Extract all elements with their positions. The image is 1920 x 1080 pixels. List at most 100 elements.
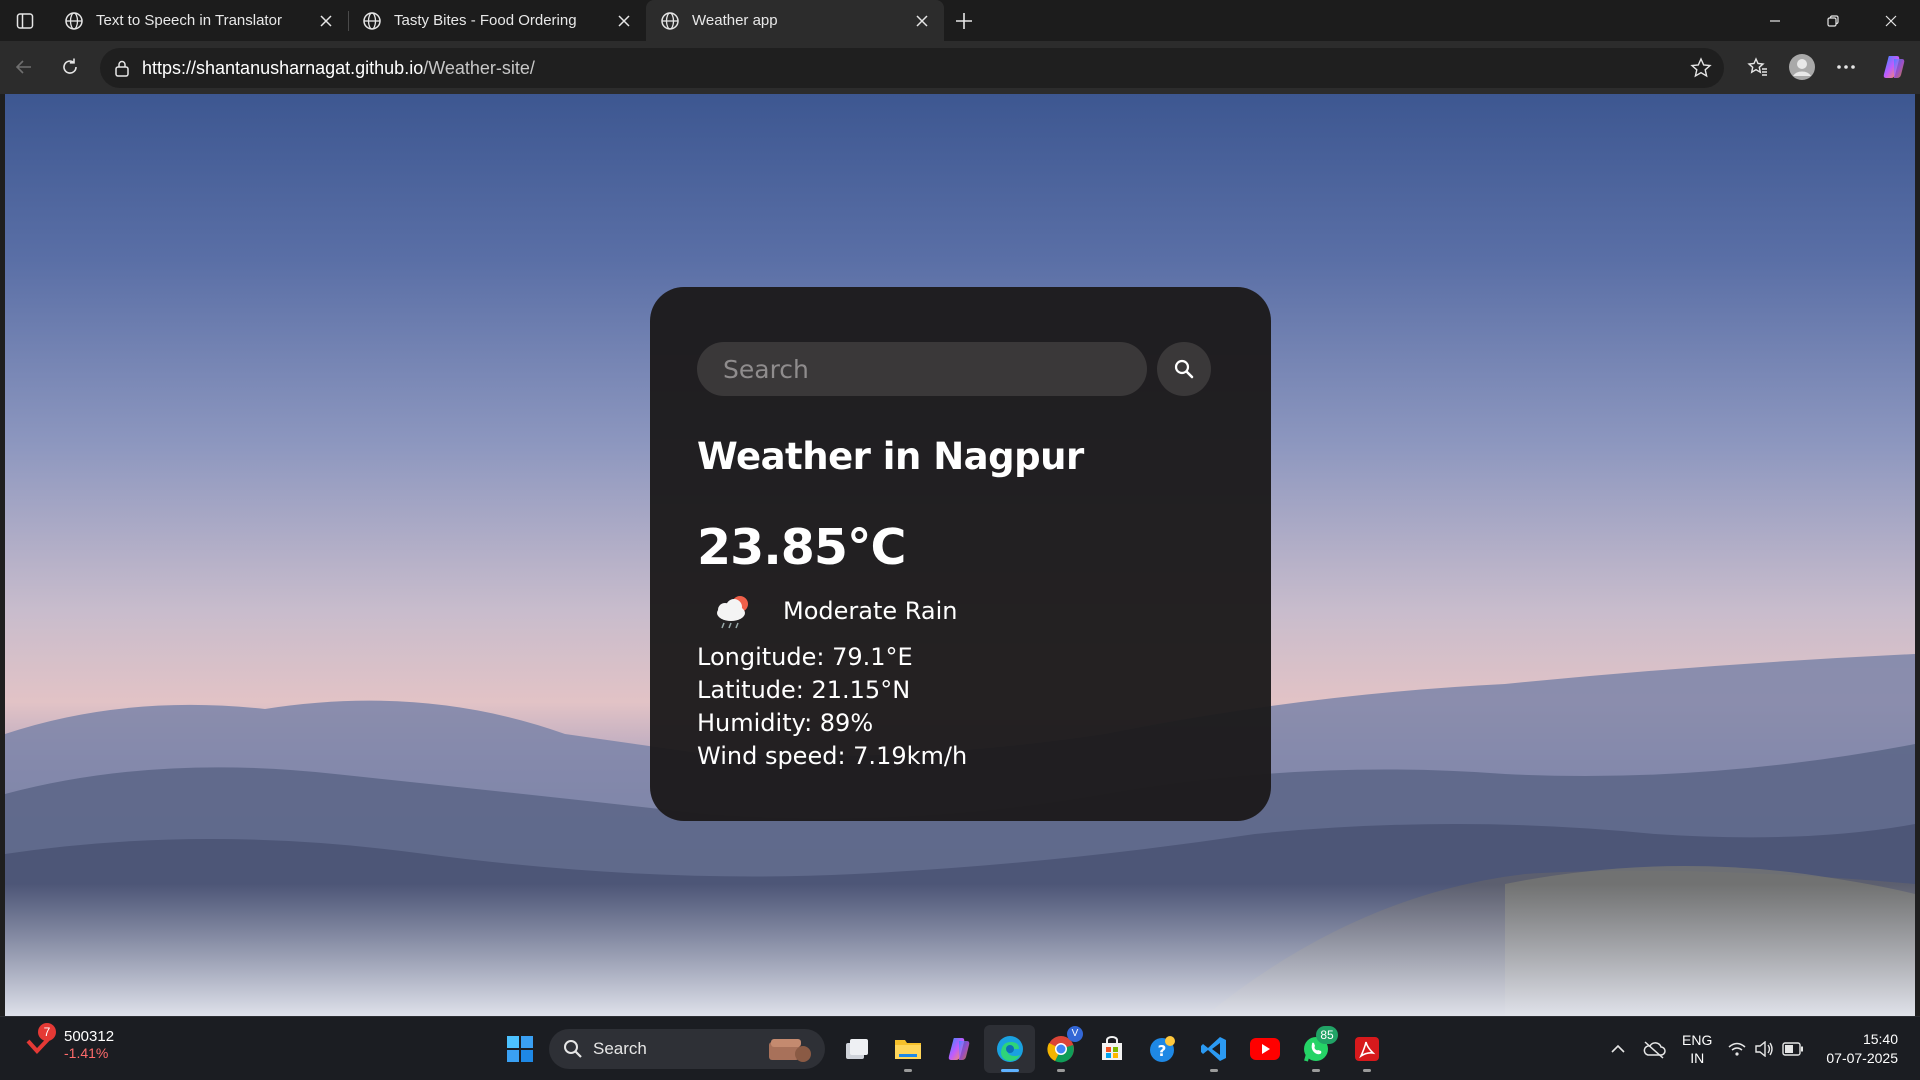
favorites-button[interactable] — [1736, 47, 1780, 87]
quick-settings-button[interactable] — [1720, 1025, 1812, 1073]
taskbar-search-label: Search — [593, 1039, 647, 1058]
youtube-icon — [1249, 1038, 1280, 1060]
clock[interactable]: 15:40 07-07-2025 — [1812, 1030, 1920, 1068]
cloud-offline-icon — [1643, 1041, 1666, 1059]
file-explorer-button[interactable] — [882, 1025, 933, 1073]
start-button[interactable] — [494, 1025, 545, 1073]
condition-text: Moderate Rain — [783, 597, 958, 625]
more-icon — [1837, 65, 1855, 69]
windows-logo-icon — [506, 1036, 533, 1062]
running-indicator — [1000, 1069, 1019, 1072]
close-tab-icon[interactable] — [912, 11, 932, 31]
tab-text-to-speech[interactable]: Text to Speech in Translator — [50, 0, 348, 41]
close-tab-icon[interactable] — [614, 11, 634, 31]
vscode-icon — [1200, 1037, 1226, 1061]
city-heading: Weather in Nagpur — [697, 435, 1084, 478]
chrome-button[interactable]: V — [1035, 1025, 1086, 1073]
avatar-icon — [1789, 54, 1815, 80]
tab-title: Weather app — [692, 12, 778, 29]
copilot-app-button[interactable] — [933, 1025, 984, 1073]
store-icon — [1101, 1036, 1122, 1060]
back-button[interactable] — [2, 47, 46, 87]
pdf-icon — [1354, 1037, 1379, 1061]
whatsapp-badge: 85 — [1316, 1026, 1338, 1044]
battery-icon — [1782, 1042, 1804, 1056]
profile-button[interactable] — [1780, 47, 1824, 87]
tab-actions-button[interactable] — [0, 0, 50, 41]
address-bar[interactable]: https://shantanusharnagat.github.io/Weat… — [100, 48, 1724, 88]
clock-date: 07-07-2025 — [1826, 1050, 1898, 1066]
acrobat-button[interactable] — [1341, 1025, 1392, 1073]
globe-icon — [363, 11, 381, 30]
language-indicator[interactable]: ENG IN — [1674, 1025, 1720, 1073]
language-code: ENG — [1682, 1032, 1713, 1048]
edge-button[interactable] — [984, 1025, 1035, 1073]
search-button[interactable] — [1157, 342, 1211, 396]
get-help-button[interactable]: ? — [1137, 1025, 1188, 1073]
back-arrow-icon — [15, 60, 31, 74]
restore-button[interactable] — [1804, 0, 1862, 41]
favorite-star-icon[interactable] — [1690, 57, 1712, 79]
search-highlight-icon — [769, 1039, 811, 1062]
refresh-icon — [63, 58, 77, 74]
search-icon — [1174, 359, 1194, 379]
tab-tasty-bites[interactable]: Tasty Bites - Food Ordering — [348, 0, 646, 41]
stock-icon: 7 — [24, 1023, 58, 1061]
task-view-icon — [845, 1039, 868, 1059]
window-controls — [1746, 0, 1920, 41]
region-code: IN — [1690, 1050, 1705, 1066]
chevron-up-icon — [1611, 1044, 1625, 1053]
taskbar-apps: Search V ? 85 — [494, 1025, 1392, 1073]
task-view-button[interactable] — [831, 1025, 882, 1073]
condition-row: Moderate Rain — [710, 591, 958, 631]
minimize-button[interactable] — [1746, 0, 1804, 41]
copilot-icon — [948, 1038, 969, 1060]
wifi-icon — [1728, 1042, 1746, 1056]
favorites-icon — [1747, 57, 1767, 76]
more-options-button[interactable] — [1824, 47, 1868, 87]
globe-icon — [661, 11, 679, 30]
chrome-profile-badge: V — [1067, 1026, 1083, 1042]
onedrive-button[interactable] — [1634, 1025, 1674, 1073]
youtube-button[interactable] — [1239, 1025, 1290, 1073]
refresh-button[interactable] — [48, 47, 92, 87]
taskbar-search[interactable]: Search — [549, 1029, 825, 1069]
stock-badge: 7 — [38, 1023, 56, 1041]
running-indicator — [1362, 1069, 1371, 1072]
search-row — [697, 342, 1211, 396]
vscode-button[interactable] — [1188, 1025, 1239, 1073]
tab-strip: Text to Speech in Translator Tasty Bites… — [0, 0, 1920, 41]
close-window-button[interactable] — [1862, 0, 1920, 41]
clock-time: 15:40 — [1862, 1031, 1898, 1047]
microsoft-store-button[interactable] — [1086, 1025, 1137, 1073]
sidebar-icon — [16, 12, 34, 29]
tab-weather-app[interactable]: Weather app — [646, 0, 944, 41]
plus-icon — [956, 12, 972, 29]
close-icon — [1885, 15, 1897, 26]
globe-icon — [65, 11, 83, 30]
running-indicator — [903, 1069, 912, 1072]
weather-card: Weather in Nagpur 23.85°C Moderate Rain … — [650, 287, 1271, 821]
copilot-button[interactable] — [1868, 47, 1920, 87]
svg-text:?: ? — [1157, 1042, 1166, 1060]
city-search-input[interactable] — [697, 342, 1147, 396]
restore-icon — [1827, 14, 1839, 27]
url-text: https://shantanusharnagat.github.io/Weat… — [142, 58, 1690, 79]
weather-details: Longitude: 79.1°E Latitude: 21.15°N Humi… — [697, 641, 967, 773]
stock-change: -1.41% — [64, 1044, 109, 1061]
help-icon: ? — [1149, 1036, 1175, 1062]
site-info-icon[interactable] — [112, 58, 132, 78]
stock-widget[interactable]: 7 500312 -1.41% — [24, 1023, 114, 1061]
whatsapp-button[interactable]: 85 — [1290, 1025, 1341, 1073]
search-icon — [564, 1040, 582, 1058]
latitude-text: Latitude: 21.15°N — [697, 676, 911, 704]
rain-cloud-icon — [717, 596, 748, 629]
copilot-icon — [1883, 56, 1905, 78]
wind-speed-text: Wind speed: 7.19km/h — [697, 742, 968, 770]
page-viewport: Weather in Nagpur 23.85°C Moderate Rain … — [5, 94, 1915, 1016]
minimize-icon — [1770, 19, 1780, 22]
show-hidden-icons-button[interactable] — [1602, 1025, 1634, 1073]
running-indicator — [1056, 1069, 1065, 1072]
new-tab-button[interactable] — [944, 0, 984, 41]
close-tab-icon[interactable] — [316, 11, 336, 31]
